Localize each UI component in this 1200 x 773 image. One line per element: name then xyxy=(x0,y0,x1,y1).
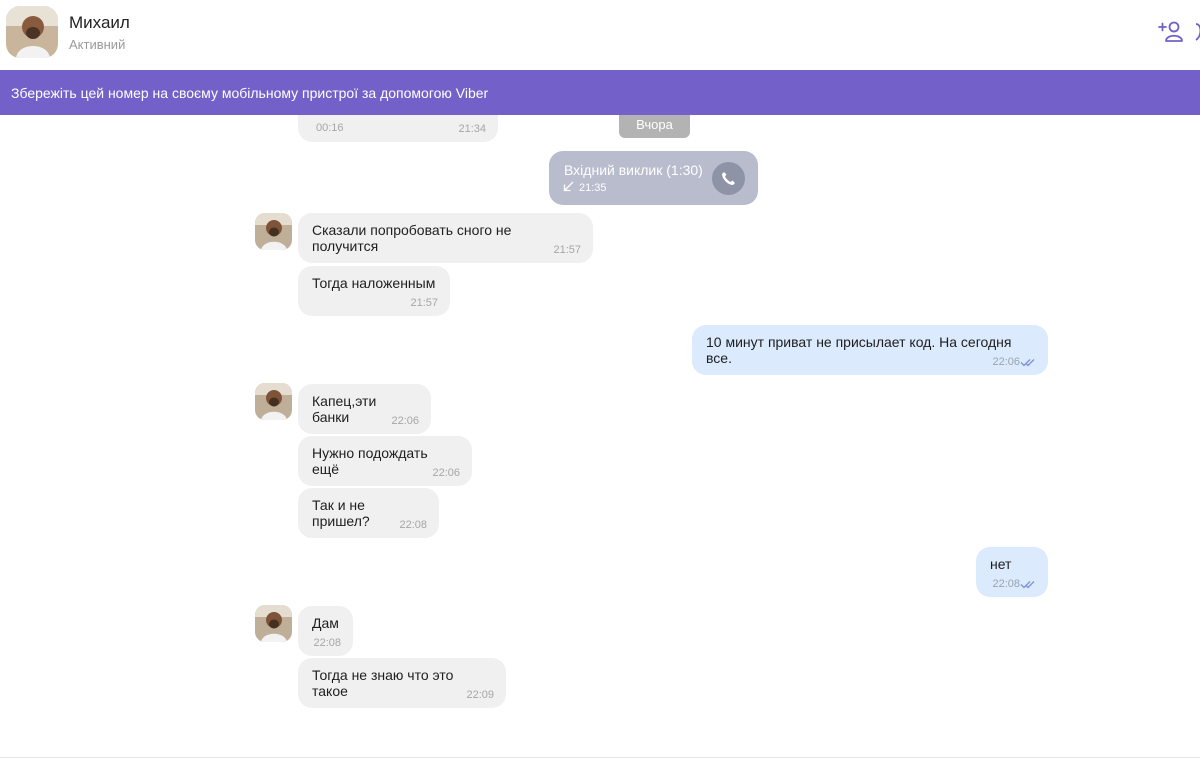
chat-area[interactable]: 00:16 21:34 Вчора Вхідний виклик (1:30) … xyxy=(0,115,1200,757)
message-time: 22:06 xyxy=(432,467,460,479)
message-bubble[interactable]: Тогда не знаю что это такое 22:09 xyxy=(298,658,506,708)
sender-avatar[interactable] xyxy=(255,383,292,420)
composer-divider xyxy=(0,757,1200,758)
partial-message-left-time: 00:16 xyxy=(316,122,344,134)
message-time: 22:09 xyxy=(466,689,494,701)
message-bubble-outgoing[interactable]: 10 минут приват не присылает код. На сег… xyxy=(692,325,1048,375)
sender-avatar[interactable] xyxy=(255,213,292,250)
message-text: 10 минут приват не присылает код. На сег… xyxy=(706,334,1012,366)
message-bubble[interactable]: Тогда наложенным 21:57 xyxy=(298,266,450,316)
message-bubble[interactable]: Сказали попробовать сного не получится 2… xyxy=(298,213,593,263)
message-text: Тогда не знаю что это такое xyxy=(312,667,454,699)
message-time: 22:08 xyxy=(992,578,1020,590)
partial-message-time: 21:34 xyxy=(458,123,486,135)
read-ticks-icon xyxy=(1020,359,1035,367)
incoming-call-bubble[interactable]: Вхідний виклик (1:30) 21:35 xyxy=(549,151,758,205)
incoming-arrow-icon xyxy=(563,181,574,192)
chat-header: Михаил Активний xyxy=(0,0,1200,70)
message-time: 22:08 xyxy=(399,519,427,531)
message-time: 22:06 xyxy=(391,415,419,427)
call-time: 21:35 xyxy=(579,182,607,194)
message-bubble[interactable]: Нужно подождать ещё 22:06 xyxy=(298,436,472,486)
sender-avatar[interactable] xyxy=(255,605,292,642)
message-text: Капец,эти банки xyxy=(312,393,377,425)
contact-status: Активний xyxy=(69,37,126,52)
save-number-banner[interactable]: Збережіть цей номер на своєму мобільному… xyxy=(0,70,1200,115)
message-time: 21:57 xyxy=(553,244,581,256)
message-time: 22:08 xyxy=(313,637,341,649)
message-text: Тогда наложенным xyxy=(312,275,436,291)
message-bubble[interactable]: Так и не пришел? 22:08 xyxy=(298,488,439,538)
message-time: 22:06 xyxy=(992,356,1020,368)
message-text: Сказали попробовать сного не получится xyxy=(312,222,512,254)
message-bubble-outgoing[interactable]: нет 22:08 xyxy=(976,547,1048,597)
add-user-icon[interactable] xyxy=(1158,20,1184,44)
contact-name: Михаил xyxy=(69,13,130,32)
phone-icon xyxy=(722,172,735,185)
message-bubble[interactable]: Дам 22:08 xyxy=(298,606,353,656)
message-bubble[interactable]: Капец,эти банки 22:06 xyxy=(298,384,431,434)
read-ticks-icon xyxy=(1020,581,1035,589)
partial-message[interactable]: 00:16 21:34 xyxy=(298,115,498,142)
message-text: нет xyxy=(990,556,1012,572)
call-back-button[interactable] xyxy=(712,162,745,195)
message-text: Дам xyxy=(312,615,339,631)
message-text: Нужно подождать ещё xyxy=(312,445,428,477)
contact-avatar[interactable] xyxy=(6,6,58,58)
more-icon[interactable] xyxy=(1192,20,1200,44)
message-text: Так и не пришел? xyxy=(312,497,370,529)
message-time: 21:57 xyxy=(410,297,438,309)
call-title: Вхідний виклик (1:30) xyxy=(564,162,703,178)
date-separator: Вчора xyxy=(619,115,690,138)
